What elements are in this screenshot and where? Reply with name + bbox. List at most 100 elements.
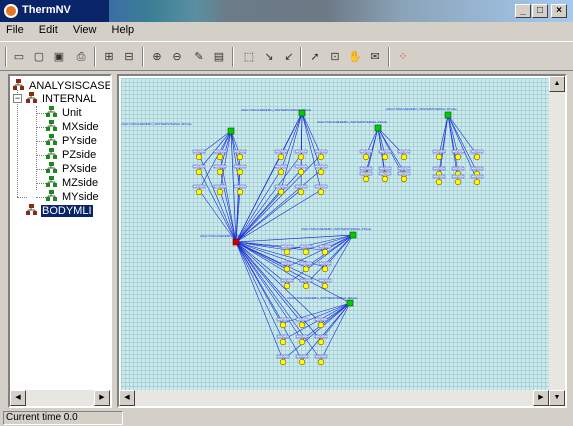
tree-connector	[36, 183, 46, 184]
scroll-right-button[interactable]: ▶	[533, 390, 549, 406]
tree-scroll-track[interactable]	[26, 390, 96, 406]
tree-item-pxside[interactable]: PXside	[46, 162, 98, 176]
leaf-node	[400, 175, 408, 183]
horizontal-scroll-track[interactable]	[135, 390, 533, 406]
leaf-label: CONDUC	[452, 167, 464, 171]
leaf-node	[435, 153, 443, 161]
leaf-node	[454, 178, 462, 186]
layout-icon[interactable]: ⊟	[120, 48, 138, 66]
tree-leaf-icon	[46, 162, 57, 173]
leaf-label: CONDUC	[277, 335, 289, 339]
menu-edit[interactable]: Edit	[33, 22, 64, 36]
leaf-node	[195, 153, 203, 161]
tree-item-label: PYside	[62, 135, 97, 147]
leaf-node	[317, 338, 325, 346]
edit-icon[interactable]: ✎	[190, 48, 208, 66]
zoom-in-icon[interactable]: ⊕	[148, 48, 166, 66]
diagram-pane: CONDUC CONDUC CONDUC CONDUC CONDUC CONDUC COND…	[117, 74, 567, 408]
fit-icon[interactable]: ⊡	[326, 48, 344, 66]
unlink-icon[interactable]: ↙	[280, 48, 298, 66]
tree-scroll-right-button[interactable]: ▶	[94, 390, 110, 406]
leaf-node	[302, 265, 310, 273]
minimize-button[interactable]: _	[515, 4, 531, 18]
leaf-node	[279, 358, 287, 366]
leaf-label: CONDUC	[471, 150, 483, 154]
leaf-node	[277, 153, 285, 161]
tree-item-label: PXside	[62, 163, 97, 175]
leaf-node	[297, 153, 305, 161]
leaf-node	[236, 188, 244, 196]
link-icon[interactable]: ↘	[260, 48, 278, 66]
scroll-left-button[interactable]: ◀	[119, 390, 135, 406]
properties-icon[interactable]: ▤	[210, 48, 228, 66]
hub-label: ANALYSISCASEDEMO_WINTERINTERNAL.MYside	[386, 107, 457, 111]
diagram-edge	[235, 234, 354, 243]
tree-root-label: ANALYSISCASEDE	[29, 80, 112, 92]
leaf-node	[277, 168, 285, 176]
leaf-label: CONDUC	[433, 167, 445, 171]
leaf-label: CONDUC	[315, 185, 327, 189]
leaf-node	[381, 153, 389, 161]
tree-connector	[36, 113, 46, 114]
menu-bar: File Edit View Help	[0, 22, 573, 40]
leaf-node	[317, 188, 325, 196]
tree-root[interactable]: ANALYSISCASEDE	[13, 79, 112, 93]
network-diagram[interactable]: CONDUC CONDUC CONDUC CONDUC CONDUC CONDUC COND…	[121, 78, 549, 390]
comment-icon[interactable]: ✉	[366, 48, 384, 66]
diagram-canvas[interactable]: CONDUC CONDUC CONDUC CONDUC CONDUC CONDUC COND…	[121, 78, 549, 390]
tree-leaf-icon	[46, 190, 57, 201]
leaf-label: CONDUC	[398, 167, 410, 171]
select-region-icon[interactable]: ⬚	[240, 48, 258, 66]
diagram-edge	[235, 189, 302, 243]
hub-node	[227, 127, 235, 135]
tree-item-pzside[interactable]: PZside	[46, 148, 97, 162]
tree-item-pyside[interactable]: PYside	[46, 134, 98, 148]
leaf-node	[297, 168, 305, 176]
zoom-out-icon[interactable]: ⊖	[168, 48, 186, 66]
tree-item-myside[interactable]: MYside	[46, 190, 100, 204]
leaf-node	[400, 153, 408, 161]
window-title: ThermNV	[22, 4, 71, 16]
menu-file[interactable]: File	[0, 22, 30, 36]
close-button[interactable]: ×	[551, 4, 567, 18]
center-label: ANALYSISCASEDEMO_WINTER	[200, 234, 246, 238]
tree-connector	[36, 197, 46, 198]
print-icon[interactable]: ⎙	[72, 48, 90, 66]
menu-view[interactable]: View	[67, 22, 103, 36]
tree-item-unit[interactable]: Unit	[46, 106, 83, 120]
tree-connector	[17, 197, 27, 198]
menu-help[interactable]: Help	[106, 22, 141, 36]
tree-item-mxside[interactable]: MXside	[46, 120, 100, 134]
scroll-up-button[interactable]: ▲	[549, 76, 565, 92]
leaf-node	[283, 265, 291, 273]
toolbar-separator	[142, 47, 144, 67]
leaf-node	[317, 321, 325, 329]
toolbar-separator	[300, 47, 302, 67]
leaf-node	[297, 188, 305, 196]
leaf-label: CONDUC	[319, 279, 331, 283]
maximize-button[interactable]: □	[532, 4, 548, 18]
new-icon[interactable]: ▭	[10, 48, 28, 66]
leaf-node	[321, 248, 329, 256]
tree-connector	[36, 141, 46, 142]
network-icon[interactable]: ⁘	[394, 48, 412, 66]
tree-item-label: MYside	[62, 191, 99, 203]
pan-icon[interactable]: ✋	[346, 48, 364, 66]
pointer-icon[interactable]: ➚	[306, 48, 324, 66]
tree-scroll-left-button[interactable]: ◀	[10, 390, 26, 406]
leaf-label: CONDUC	[398, 172, 410, 176]
leaf-label: CONDUC	[452, 150, 464, 154]
scroll-down-button[interactable]: ▼	[549, 390, 565, 406]
tree-item-mzside[interactable]: MZside	[46, 176, 99, 190]
vertical-scroll-track[interactable]	[549, 92, 565, 390]
leaf-label: CONDUC	[360, 150, 372, 154]
leaf-node	[435, 178, 443, 186]
open-icon[interactable]: ▢	[30, 48, 48, 66]
tree-group-internal[interactable]: INTERNAL	[26, 92, 97, 106]
tree-collapse-toggle[interactable]: −	[13, 94, 22, 103]
leaf-label: CONDUC	[214, 150, 226, 154]
toolbar-separator	[5, 47, 7, 67]
tree-item-bodymli[interactable]: BODYMLI	[26, 204, 93, 218]
grid-icon[interactable]: ⊞	[100, 48, 118, 66]
save-icon[interactable]: ▣	[50, 48, 68, 66]
